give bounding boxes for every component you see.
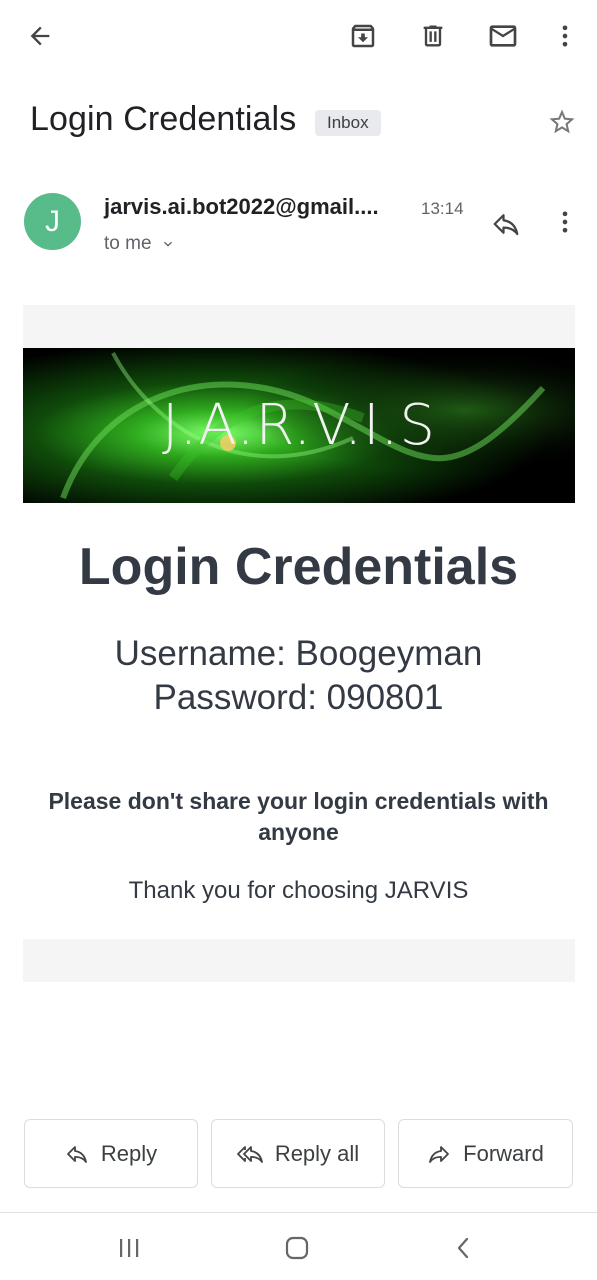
archive-icon (351, 24, 375, 48)
trash-icon (423, 25, 443, 47)
mark-unread-button[interactable] (481, 14, 525, 58)
system-back-button[interactable] (440, 1226, 488, 1270)
back-button[interactable] (18, 14, 62, 58)
delete-button[interactable] (411, 14, 455, 58)
message-more-button[interactable] (543, 200, 587, 244)
recipient-label: to me (104, 233, 152, 254)
email-top-band (23, 305, 575, 348)
reply-all-icon (236, 1145, 263, 1163)
archive-button[interactable] (341, 14, 385, 58)
more-vert-icon (562, 211, 568, 233)
sender-avatar[interactable]: J (24, 193, 81, 250)
back-icon (457, 1237, 469, 1259)
recents-button[interactable] (105, 1226, 153, 1270)
forward-label: Forward (463, 1140, 544, 1166)
reply-icon (66, 1145, 87, 1163)
quick-reply-button[interactable] (484, 202, 528, 246)
password-line: Password: 090801 (153, 678, 444, 717)
home-button[interactable] (273, 1226, 321, 1270)
more-vert-icon (562, 25, 568, 47)
chevron-down-icon (163, 241, 172, 247)
recents-icon (120, 1239, 139, 1257)
forward-button[interactable]: Forward (398, 1119, 573, 1188)
email-heading: Login Credentials (78, 538, 519, 596)
star-button[interactable] (540, 100, 584, 144)
warning-message: Please don't share your login credential… (48, 788, 549, 845)
back-arrow-icon (30, 26, 50, 46)
reply-all-button[interactable]: Reply all (211, 1119, 385, 1188)
username-line: Username: Boogeyman (114, 634, 483, 673)
more-options-button[interactable] (543, 14, 587, 58)
reply-icon (493, 214, 519, 236)
email-subject: Login Credentials (30, 100, 297, 138)
mail-icon (489, 25, 517, 47)
forward-icon (429, 1145, 450, 1163)
star-outline-icon (549, 109, 575, 134)
jarvis-banner-image: J.A.R.V.I.S (23, 348, 575, 503)
thanks-message: Thank you for choosing JARVIS (128, 877, 469, 904)
reply-button[interactable]: Reply (24, 1119, 198, 1188)
inbox-label-chip[interactable]: Inbox (315, 110, 381, 136)
home-icon (285, 1236, 309, 1260)
email-bottom-band (23, 939, 575, 982)
email-time: 13:14 (421, 199, 464, 218)
navbar-divider (0, 1212, 597, 1213)
reply-label: Reply (100, 1140, 158, 1166)
recipient-toggle[interactable]: to me (104, 233, 176, 255)
reply-all-label: Reply all (274, 1140, 360, 1166)
sender-address[interactable]: jarvis.ai.bot2022@gmail.... (104, 194, 379, 220)
banner-title: J.A.R.V.I.S (162, 393, 436, 458)
